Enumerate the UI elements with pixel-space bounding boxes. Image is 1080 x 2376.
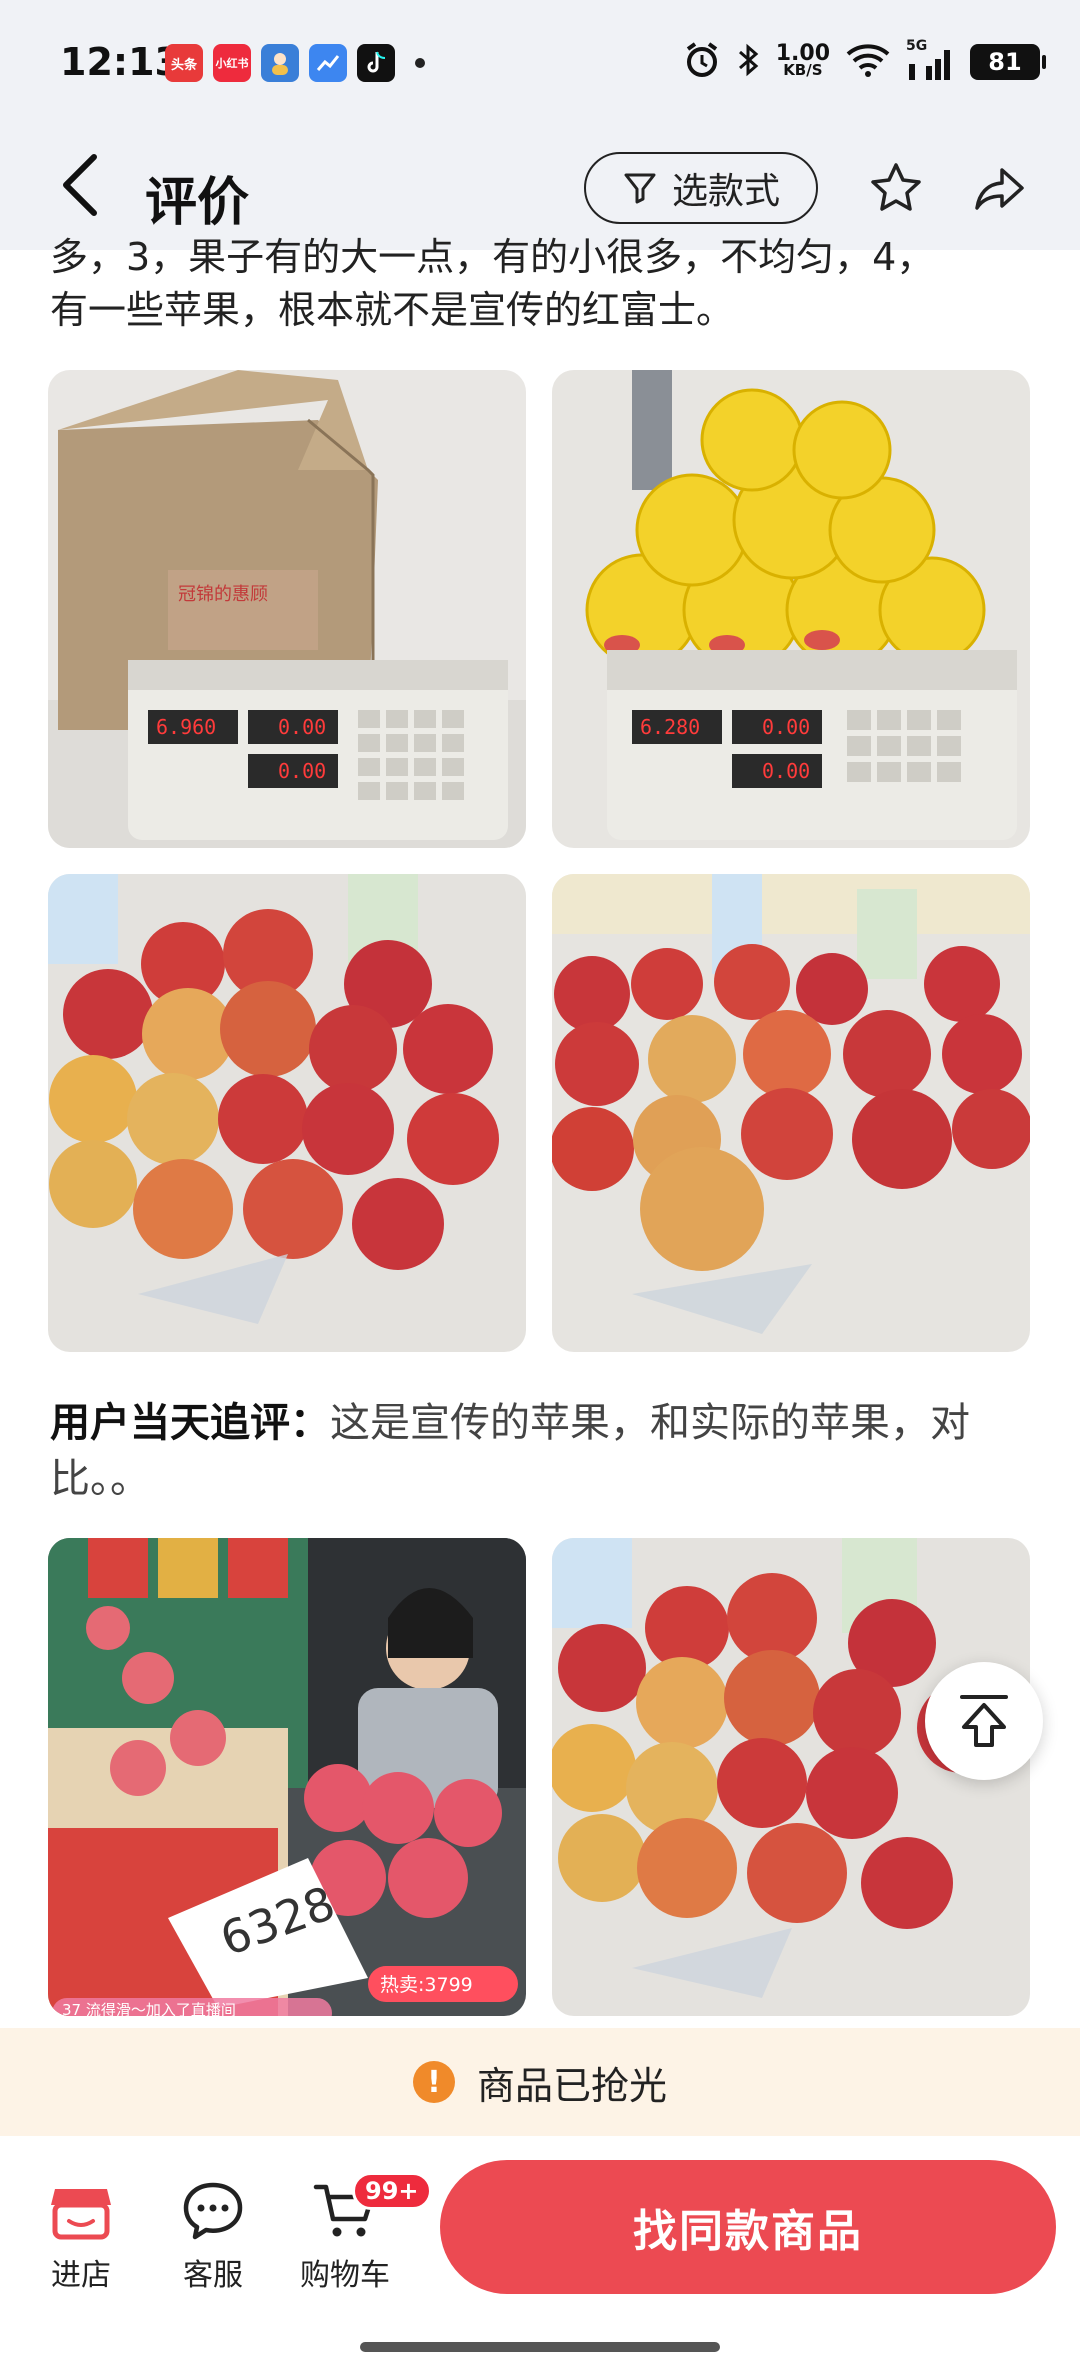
box-print-text: 冠锦的惠顾 <box>178 584 268 605</box>
store-icon <box>26 2176 136 2246</box>
shop-button[interactable]: 进店 <box>26 2176 136 2294</box>
filter-style-button[interactable]: 选款式 <box>584 152 818 224</box>
bluetooth-icon <box>736 41 762 83</box>
funnel-icon <box>624 173 656 204</box>
cart-label: 购物车 <box>300 2258 390 2293</box>
cart-count-badge: 99+ <box>352 2172 432 2210</box>
xiaohongshu-icon: 小红书 <box>213 44 251 82</box>
find-same-product-button[interactable]: 找同款商品 <box>440 2160 1056 2294</box>
share-arrow-icon <box>975 168 1024 210</box>
review-photo-1[interactable]: 冠锦的惠顾 6.960 0.00 0.00 <box>48 370 526 848</box>
review-text: 有一些苹果，根本就不是宣传的红富士。 <box>50 288 735 332</box>
status-bar: 12:13 头条 小红书 1.00 KB/S 5G 81 <box>0 0 1080 120</box>
review-photo-5[interactable]: 6328 热卖:3799 37 流得滑～加入了直播间 <box>48 1538 526 2016</box>
top-nav-bar: 评价 选款式 <box>0 120 1080 250</box>
shop-label: 进店 <box>51 2258 111 2293</box>
review-photo-2[interactable]: 6.280 0.00 0.00 <box>552 370 1030 848</box>
system-indicators: 1.00 KB/S 5G 81 <box>682 38 1046 84</box>
review-photo-3[interactable] <box>48 874 526 1352</box>
review-text-partial: 多，3，果子有的大一点，有的小很多，不均匀，4， <box>50 235 935 279</box>
tiktok-icon <box>357 44 395 82</box>
sold-out-banner: ! 商品已抢光 <box>0 2028 1080 2136</box>
bottom-action-bar: 进店 客服 购物车 99+ 找同款商品 <box>0 2136 1080 2376</box>
followup-review: 用户当天追评：这是宣传的苹果，和实际的苹果，对比。。 <box>50 1395 1040 1507</box>
notification-icons: 头条 小红书 <box>165 44 425 82</box>
alarm-icon <box>682 40 722 84</box>
scale-price-readout-1: 0.00 <box>278 715 326 739</box>
arrow-up-to-top-icon <box>960 1695 1008 1747</box>
scale-weight-readout-2: 6.280 <box>640 715 700 739</box>
chart-app-icon <box>309 44 347 82</box>
back-button[interactable] <box>50 150 110 220</box>
live-join-text: 37 流得滑～加入了直播间 <box>62 2001 236 2016</box>
followup-label: 用户当天追评： <box>50 1400 330 1446</box>
scale-total-readout-1: 0.00 <box>278 759 326 783</box>
customer-service-button[interactable]: 客服 <box>158 2176 268 2294</box>
filter-style-label: 选款式 <box>671 171 780 212</box>
chevron-left-icon <box>63 154 97 216</box>
review-photo-4[interactable] <box>552 874 1030 1352</box>
chat-bubble-icon <box>158 2176 268 2246</box>
customer-service-label: 客服 <box>183 2258 243 2293</box>
warning-icon: ! <box>412 2061 455 2103</box>
battery-indicator: 81 <box>970 44 1046 80</box>
star-icon <box>871 163 921 211</box>
scale-total-readout-2: 0.00 <box>762 759 810 783</box>
review-photo-6[interactable] <box>552 1538 1030 2016</box>
wifi-icon <box>844 42 892 82</box>
network-speed: 1.00 KB/S <box>775 41 830 79</box>
avatar-app-icon <box>261 44 299 82</box>
hot-sale-count: 热卖:3799 <box>380 1974 473 1996</box>
toutiao-icon: 头条 <box>165 44 203 82</box>
home-indicator[interactable] <box>360 2342 720 2352</box>
page-title: 评价 <box>145 173 250 233</box>
share-button[interactable] <box>970 158 1030 218</box>
scale-weight-readout-1: 6.960 <box>156 715 216 739</box>
scroll-to-top-button[interactable] <box>925 1662 1043 1780</box>
scale-price-readout-2: 0.00 <box>762 715 810 739</box>
cart-button[interactable]: 购物车 99+ <box>290 2172 432 2294</box>
more-notifications-dot <box>415 58 425 68</box>
status-time: 12:13 <box>60 40 181 84</box>
sold-out-text: 商品已抢光 <box>476 2063 667 2108</box>
favorite-button[interactable] <box>866 158 926 218</box>
cellular-signal-icon: 5G <box>906 38 956 82</box>
